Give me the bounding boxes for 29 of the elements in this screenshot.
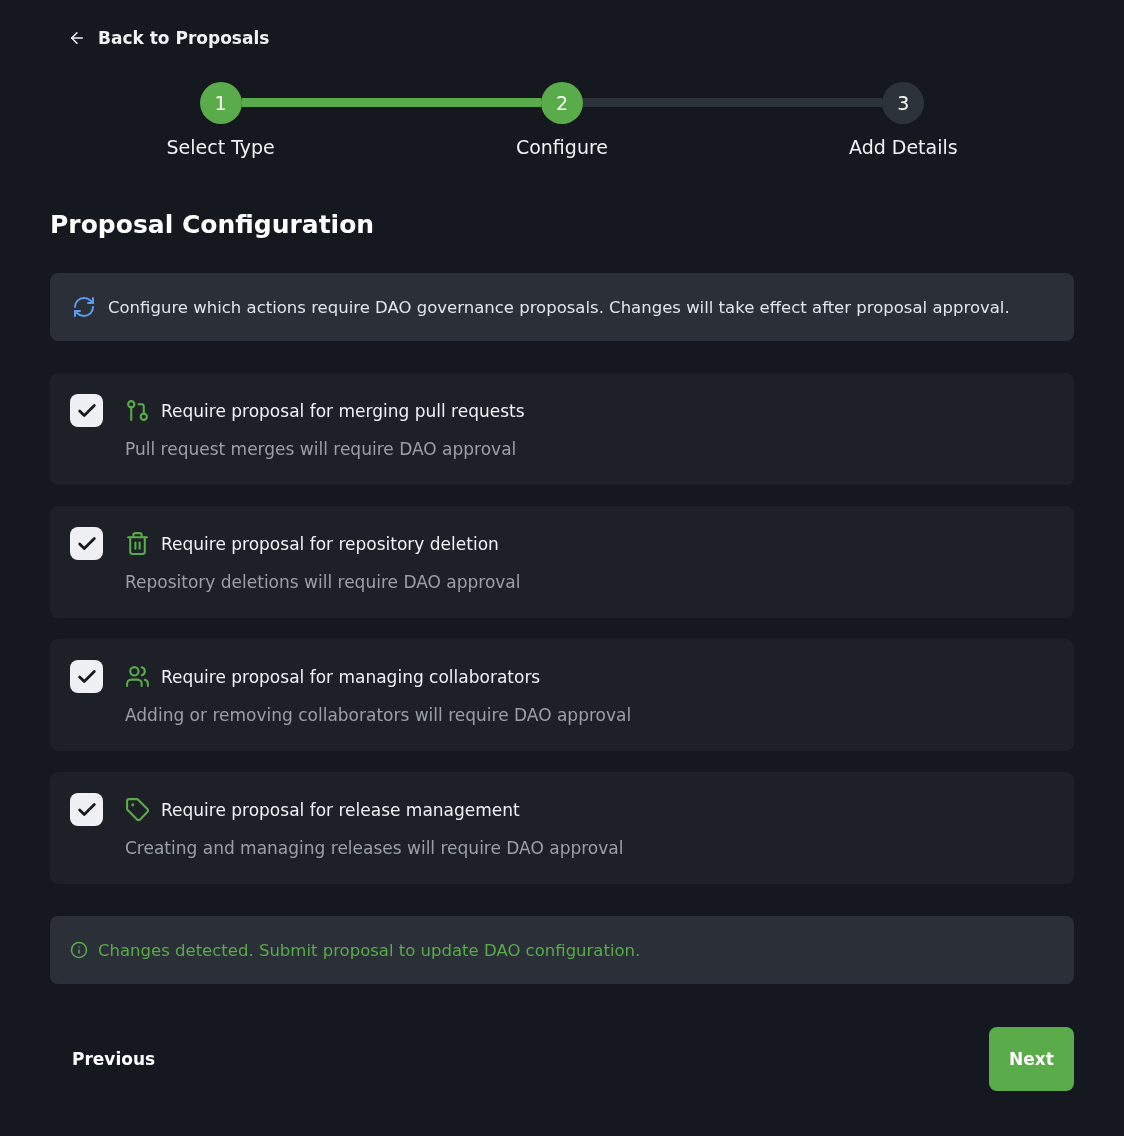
option-title: Require proposal for repository deletion [161,533,499,554]
step-number: 3 [882,82,925,124]
pull-request-icon [125,398,150,423]
notice-text: Changes detected. Submit proposal to update DAO configuration. [98,940,641,960]
checkbox[interactable] [70,660,103,693]
checkbox[interactable] [70,527,103,560]
refresh-icon [72,295,96,319]
step-number: 1 [199,82,242,124]
checkbox[interactable] [70,793,103,826]
checkbox[interactable] [70,394,103,427]
step-number: 2 [541,82,583,124]
info-icon [70,941,88,959]
option-description: Creating and managing releases will require DAO approval [125,838,624,858]
option-title: Require proposal for release management [161,799,520,820]
users-icon [125,664,150,689]
trash-icon [125,531,150,556]
back-link[interactable]: Back to Proposals [68,28,270,48]
info-text: Configure which actions require DAO governance proposals. Changes will take effect after proposal approval. [108,297,1010,317]
step-label: Configure [515,136,609,158]
section-heading: Proposal Configuration [50,210,376,239]
option-description: Pull request merges will require DAO approval [125,439,518,459]
option-title: Require proposal for merging pull requests [161,400,525,421]
option-title: Require proposal for managing collaborators [161,666,541,687]
step-label: Select Type [166,136,275,158]
option-description: Repository deletions will require DAO approval [125,572,521,592]
previous-button[interactable]: Previous [50,1029,178,1089]
step-label: Add Details [848,136,958,158]
option-description: Adding or removing collaborators will require DAO approval [125,705,632,725]
tag-icon [125,797,150,822]
